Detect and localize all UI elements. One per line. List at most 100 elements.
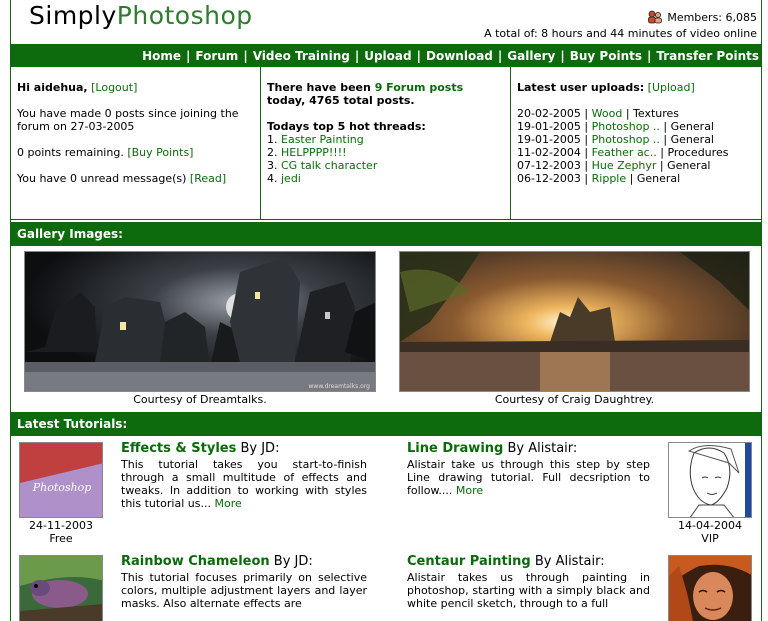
read-messages-link[interactable]: [Read]: [190, 172, 226, 185]
nav-buy-points[interactable]: Buy Points: [570, 49, 642, 63]
tutorial-description: Alistair takes us through painting in ph…: [407, 571, 650, 610]
upload-name-link[interactable]: Wood: [592, 107, 623, 120]
main-nav: Home | Forum | Video Training | Upload |…: [11, 44, 761, 67]
tutorial-title-link[interactable]: Effects & Styles: [121, 441, 236, 456]
header: SimplyPhotoshop Members: 6,085 A total o…: [11, 0, 761, 44]
nav-transfer-points[interactable]: Transfer Points: [656, 49, 759, 63]
nav-separator: |: [243, 48, 248, 63]
nav-separator: |: [186, 48, 191, 63]
upload-category-link[interactable]: General: [671, 133, 714, 146]
uploads-title: Latest user uploads:: [517, 81, 645, 94]
uploads-panel: Latest user uploads: [Upload] 20-02-2005…: [511, 67, 761, 219]
tutorial-title-link[interactable]: Line Drawing: [407, 441, 503, 456]
buy-points-link[interactable]: [Buy Points]: [127, 146, 193, 159]
messages-line: You have 0 unread message(s) [Read]: [17, 172, 254, 185]
tutorial-meta: 24-11-2003 Free: [19, 519, 103, 545]
forum-total-posts: today, 4765 total posts.: [267, 94, 415, 107]
tutorial-author: By Alistair:: [530, 554, 605, 569]
greeting: Hi aidehua,: [17, 81, 88, 94]
hot-thread-item: 2. HELPPPP!!!!: [267, 146, 347, 159]
tutorial-description: Alistair take us through this step by st…: [407, 458, 650, 497]
tutorial-author: By Alistair:: [503, 441, 578, 456]
points-line: 0 points remaining. [Buy Points]: [17, 146, 254, 159]
tutorial-meta: 14-04-2004 VIP: [668, 519, 752, 545]
gallery-image-dreamtalks[interactable]: www.dreamtalks.org: [24, 251, 376, 392]
hot-thread-link[interactable]: HELPPPP!!!!: [281, 146, 347, 159]
gallery-header: Gallery Images:: [11, 222, 761, 246]
user-panel: Hi aidehua, [Logout] You have made 0 pos…: [11, 67, 261, 219]
nav-forum[interactable]: Forum: [195, 49, 238, 63]
upload-category-link[interactable]: General: [671, 120, 714, 133]
site-logo[interactable]: SimplyPhotoshop: [29, 1, 253, 30]
upload-category-link[interactable]: Procedures: [667, 146, 728, 159]
gallery-image-craig-daughtrey[interactable]: [399, 251, 750, 392]
upload-date: 07-12-2003: [517, 159, 581, 172]
nav-separator: |: [497, 48, 503, 63]
tutorial-title-link[interactable]: Rainbow Chameleon: [121, 554, 270, 569]
chameleon-thumb-image: [20, 556, 102, 621]
upload-date: 19-01-2005: [517, 120, 581, 133]
upload-name-link[interactable]: Photoshop ..: [592, 120, 660, 133]
tutorial-thumbnail[interactable]: [19, 555, 103, 621]
gallery-caption: Courtesy of Craig Daughtrey.: [494, 393, 655, 406]
upload-category-link[interactable]: General: [667, 159, 710, 172]
uploads-header: Latest user uploads: [Upload]: [517, 81, 755, 94]
unread-messages: You have 0 unread message(s): [17, 172, 187, 185]
tutorial-access: Free: [49, 532, 73, 545]
upload-date: 06-12-2003: [517, 172, 581, 185]
tutorial-date: 24-11-2003: [29, 519, 93, 532]
nav-gallery[interactable]: Gallery: [507, 49, 555, 63]
tutorial-title: Effects & Styles By JD:: [121, 441, 279, 456]
forum-panel: There have been 9 Forum posts today, 476…: [261, 67, 511, 219]
hot-thread-link[interactable]: jedi: [281, 172, 301, 185]
tutorial-title: Rainbow Chameleon By JD:: [121, 554, 313, 569]
gallery-caption: Courtesy of Dreamtalks.: [133, 393, 267, 406]
tutorial-title-link[interactable]: Centaur Painting: [407, 554, 531, 569]
nav-separator: |: [416, 48, 421, 63]
nav-separator: |: [647, 48, 652, 63]
thumb-text: Photoshop: [32, 481, 92, 494]
nav-download[interactable]: Download: [426, 49, 493, 63]
tutorial-desc-text: Alistair take us through this step by st…: [407, 458, 650, 497]
photoshop-thumb-image: Photoshop: [20, 443, 102, 517]
upload-row: 07-12-2003 | Hue Zephyr | General: [517, 159, 711, 172]
upload-link[interactable]: [Upload]: [648, 81, 695, 94]
forum-posts-link[interactable]: 9 Forum posts: [375, 81, 463, 94]
upload-date: 20-02-2005: [517, 107, 581, 120]
more-link[interactable]: More: [214, 497, 241, 510]
tutorial-thumbnail[interactable]: [668, 555, 752, 621]
members-text: Members: 6,085: [667, 10, 757, 24]
upload-name-link[interactable]: Feather ac..: [592, 146, 657, 159]
hot-thread-item: 3. CG talk character: [267, 159, 378, 172]
points-remaining: 0 points remaining.: [17, 146, 124, 159]
upload-category-link[interactable]: General: [637, 172, 680, 185]
forum-posts-prefix: There have been: [267, 81, 375, 94]
upload-name-link[interactable]: Photoshop ..: [592, 133, 660, 146]
hot-thread-item: 4. jedi: [267, 172, 301, 185]
upload-name-link[interactable]: Ripple: [592, 172, 627, 185]
hot-thread-link[interactable]: Easter Painting: [281, 133, 364, 146]
tutorial-thumbnail[interactable]: [668, 442, 752, 518]
watermark-text: www.dreamtalks.org: [309, 383, 371, 390]
logout-link[interactable]: [Logout]: [91, 81, 137, 94]
tutorial-date: 14-04-2004: [678, 519, 742, 532]
tutorial-description: This tutorial focuses primarily on selec…: [121, 571, 367, 610]
centaur-thumb-image: [669, 556, 751, 621]
nav-video-training[interactable]: Video Training: [253, 49, 350, 63]
nav-upload[interactable]: Upload: [364, 49, 411, 63]
members-count: Members: 6,085: [647, 10, 757, 24]
upload-name-link[interactable]: Hue Zephyr: [592, 159, 657, 172]
line-drawing-thumb-image: [669, 443, 751, 517]
upload-date: 19-01-2005: [517, 133, 581, 146]
more-link[interactable]: More: [456, 484, 483, 497]
upload-date: 11-02-2004: [517, 146, 581, 159]
gallery-image-town-night: www.dreamtalks.org: [25, 252, 375, 391]
hot-threads-title: Todays top 5 hot threads:: [267, 120, 426, 133]
hot-thread-link[interactable]: CG talk character: [281, 159, 377, 172]
logo-text-simply: Simply: [29, 1, 117, 30]
upload-category-link[interactable]: Textures: [633, 107, 679, 120]
forum-posts-today: There have been 9 Forum posts: [267, 81, 504, 94]
nav-home[interactable]: Home: [142, 49, 181, 63]
tutorial-title: Centaur Painting By Alistair:: [407, 554, 605, 569]
tutorial-thumbnail[interactable]: Photoshop: [19, 442, 103, 518]
